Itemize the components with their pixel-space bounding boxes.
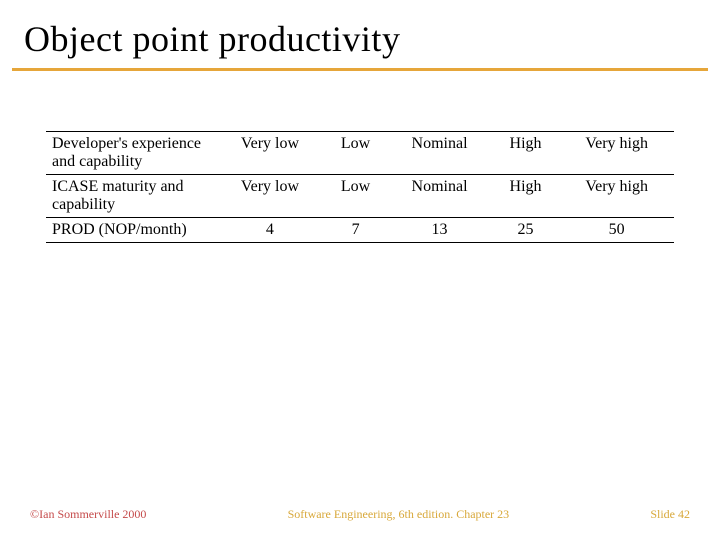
cell: 7 [324,218,387,243]
cell: 25 [492,218,560,243]
cell: Very low [216,175,324,218]
cell: Low [324,175,387,218]
cell: Very high [559,132,674,175]
footer-copyright: ©Ian Sommerville 2000 [30,507,146,522]
cell: Low [324,132,387,175]
row-label: PROD (NOP/month) [46,218,216,243]
slide-title: Object point productivity [0,0,720,68]
table-row: ICASE maturity and capability Very low L… [46,175,674,218]
table-row: PROD (NOP/month) 4 7 13 25 50 [46,218,674,243]
cell: 4 [216,218,324,243]
cell: 50 [559,218,674,243]
cell: High [492,132,560,175]
cell: Nominal [387,175,491,218]
table-row: Developer's experience and capability Ve… [46,132,674,175]
cell: 13 [387,218,491,243]
footer-book-title: Software Engineering, 6th edition. Chapt… [288,507,510,522]
cell: High [492,175,560,218]
productivity-table: Developer's experience and capability Ve… [46,131,674,243]
cell: Very low [216,132,324,175]
row-label: ICASE maturity and capability [46,175,216,218]
cell: Very high [559,175,674,218]
row-label: Developer's experience and capability [46,132,216,175]
footer-slide-num: Slide 42 [650,507,690,522]
title-underline [12,68,708,71]
cell: Nominal [387,132,491,175]
slide-footer: ©Ian Sommerville 2000 Software Engineeri… [0,507,720,522]
